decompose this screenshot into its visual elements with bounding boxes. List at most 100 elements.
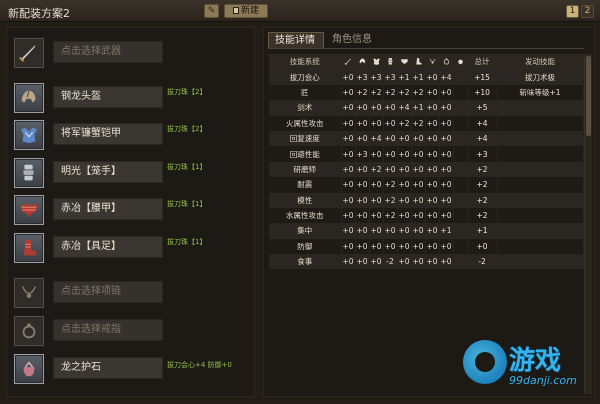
skill-name: 匠 [269,84,342,101]
necklace-icon [21,286,37,299]
ring-icon [443,58,449,65]
skill-value-empty [453,207,468,224]
skill-total: +1 [467,223,498,239]
scrollbar-thumb[interactable] [586,56,591,136]
equipment-name-arms[interactable]: 明光【笼手】 [53,161,163,183]
table-row[interactable]: 火属性攻击 +0 +0 +0 +0 +2 +2 +0 +0 +4 [269,115,584,131]
helmet-icon [359,58,365,64]
skill-value: +0 [355,223,370,239]
header-col-4 [397,54,412,70]
table-row[interactable]: 剑术 +0 +0 +0 +0 +4 +1 +0 +0 +5 [269,100,584,116]
skill-value: +0 [425,146,440,162]
skill-value: +0 [341,238,356,255]
skill-value: +0 [341,69,356,85]
skill-value: +2 [369,84,384,101]
boots-icon [23,239,37,256]
jewel-text-head: 拔刀珠【2】 [167,88,207,96]
skill-total: +2 [467,192,498,208]
equipment-name-head[interactable]: 钢龙头盔 [53,86,163,108]
skill-name: 集中 [269,223,342,239]
table-row[interactable]: 食事 +0 +0 +0 -2 +0 +0 +0 +0 -2 [269,254,584,270]
boots-icon [415,58,421,65]
slot-charm[interactable] [14,354,44,384]
table-row[interactable]: 匠 +0 +2 +2 +2 +2 +2 +0 +0 +10 斩味等级+1 [269,84,584,101]
title-bar: 新配装方案2 ✎ 新建 1 2 [0,0,600,22]
slot-legs[interactable] [14,233,44,263]
skill-value: +0 [439,161,454,178]
jewel-text-chest: 拔刀珠【2】 [167,125,207,133]
page-2-button[interactable]: 2 [581,5,594,18]
slot-ring[interactable] [14,316,44,346]
header-skill-system: 技能系统 [269,54,342,70]
skill-value-empty [453,223,468,239]
skill-value-empty [453,254,468,270]
chest-armor-icon [372,58,380,66]
table-row[interactable]: 回避性能 +0 +3 +0 +0 +0 +0 +0 +0 +3 [269,146,584,162]
table-row[interactable]: 模性 +0 +0 +0 +2 +0 +0 +0 +0 +2 [269,192,584,208]
slot-chest[interactable] [14,120,44,150]
skill-value: +2 [369,161,384,178]
tab-skill-details[interactable]: 技能详情 [268,32,324,48]
new-set-button[interactable]: 新建 [224,4,268,18]
equipment-name-necklace[interactable]: 点击选择项链 [53,281,163,303]
skill-value: +4 [369,130,384,147]
skill-name: 火属性攻击 [269,115,342,131]
slot-head[interactable] [14,83,44,113]
table-row[interactable]: 拔刀会心 +0 +3 +3 +3 +1 +1 +0 +4 +15 拔刀术极 [269,69,584,85]
skill-value: +0 [411,177,426,193]
skill-value: +2 [397,84,412,101]
equipment-name-charm[interactable]: 龙之护石 [53,357,163,379]
skill-name: 防御 [269,238,342,255]
skill-total: +3 [467,146,498,162]
rename-button[interactable]: ✎ [204,4,219,18]
necklace-icon [429,59,435,64]
skill-value: +0 [341,207,356,224]
chest-armor-icon [20,127,38,144]
skill-total: +2 [467,161,498,178]
watermark-text: 游戏 [509,346,562,376]
gauntlet-icon [387,58,392,65]
skill-value: +3 [355,69,370,85]
skill-table-header: 技能系统 总计 发动技能 [269,54,584,70]
skill-value: +2 [383,207,398,224]
table-row[interactable]: 集中 +0 +0 +0 +0 +0 +0 +0 +1 +1 [269,223,584,239]
equipment-name-weapon[interactable]: 点击选择武器 [53,41,163,63]
table-row[interactable]: 耐震 +0 +0 +0 +2 +0 +0 +0 +0 +2 [269,177,584,193]
equipment-name-waist[interactable]: 赤冶【腰甲】 [53,198,163,220]
charm-icon [457,60,463,65]
equipment-builder-window: 新配装方案2 ✎ 新建 1 2 点击选择武器 钢龙头盔 拔刀珠【2】 将军镰蟹铠甲 拔刀… [0,0,600,404]
skill-value: +0 [425,115,440,131]
skill-name: 水属性攻击 [269,207,342,224]
skill-value-empty [453,84,468,101]
skill-value: +0 [425,192,440,208]
tab-character-info[interactable]: 角色信息 [326,32,382,48]
slot-weapon[interactable] [14,38,44,68]
table-row[interactable]: 防御 +0 +0 +0 +0 +0 +0 +0 +0 +0 [269,238,584,255]
header-col-1 [355,54,370,70]
skill-total: +5 [467,100,498,116]
equipment-name-chest[interactable]: 将军镰蟹铠甲 [53,123,163,145]
skill-total: +10 [467,84,498,101]
skill-total: +0 [467,238,498,255]
skill-value: +2 [355,84,370,101]
slot-arms[interactable] [14,158,44,188]
skill-name: 回避性能 [269,146,342,162]
table-row[interactable]: 回复速度 +0 +0 +4 +0 +0 +0 +0 +0 +4 [269,130,584,147]
skill-value: +0 [369,254,384,270]
window-title: 新配装方案2 [8,7,70,20]
slot-necklace[interactable] [14,278,44,308]
table-row[interactable]: 水属性攻击 +0 +0 +0 +2 +0 +0 +0 +0 +2 [269,207,584,224]
skill-value: +0 [369,100,384,116]
activated-skill [497,177,584,193]
skill-value: +0 [425,161,440,178]
skill-value: +0 [369,115,384,131]
page-1-button[interactable]: 1 [566,5,579,18]
skill-value: +0 [439,177,454,193]
equipment-name-legs[interactable]: 赤冶【具足】 [53,236,163,258]
header-col-5 [411,54,426,70]
slot-waist[interactable] [14,195,44,225]
equipment-name-ring[interactable]: 点击选择戒指 [53,319,163,341]
table-row[interactable]: 研磨师 +0 +0 +2 +0 +0 +0 +0 +0 +2 [269,161,584,178]
skill-value: +0 [439,130,454,147]
skill-table: 技能系统 总计 发动技能 拔刀会心 +0 +3 +3 +3 +1 +1 +0 +4 +15 拔刀术极匠… [269,54,584,270]
